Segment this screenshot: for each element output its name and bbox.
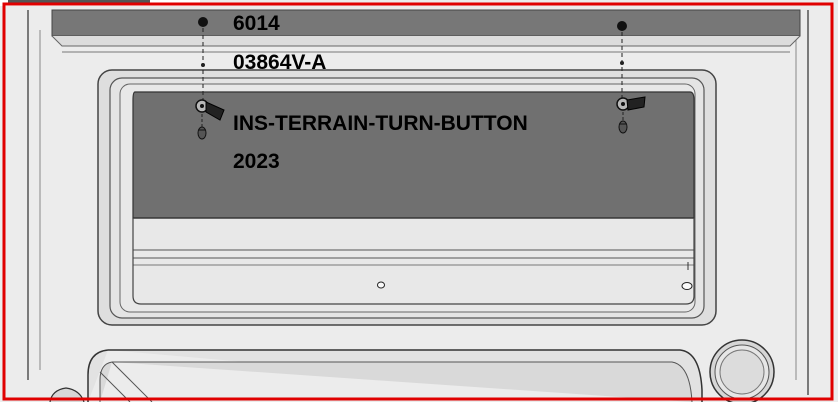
small-hole: [377, 281, 385, 289]
code-label: 6014: [233, 12, 280, 35]
part-name-label: INS-TERRAIN-TURN-BUTTON: [233, 112, 528, 135]
part-number-label: 03864V-A: [233, 51, 327, 74]
round-boss: [709, 339, 775, 402]
top-bevel: [51, 35, 801, 47]
slot-hole: [681, 282, 693, 290]
part-diagram: [0, 0, 838, 402]
year-label: 2023: [233, 150, 280, 173]
top-bar: [51, 9, 801, 37]
